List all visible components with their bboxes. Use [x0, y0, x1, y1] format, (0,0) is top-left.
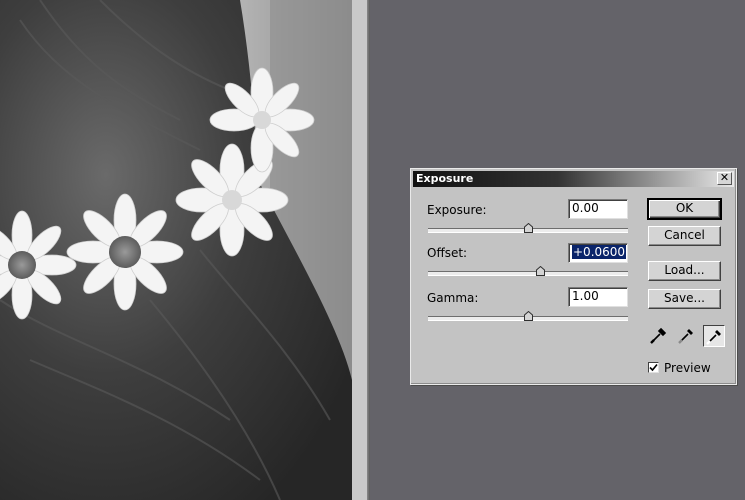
exposure-dialog: Exposure ✕ Exposure: 0.00 Offset: +0.060…	[410, 168, 737, 385]
save-button[interactable]: Save...	[648, 289, 721, 309]
image-canvas[interactable]	[0, 0, 352, 500]
black-point-eyedropper-icon[interactable]	[648, 325, 670, 347]
preview-checkbox[interactable]	[648, 362, 659, 373]
gray-point-eyedropper-icon[interactable]	[676, 325, 698, 347]
preview-checkbox-row[interactable]: Preview	[648, 361, 711, 375]
exposure-label: Exposure:	[427, 203, 487, 217]
cancel-button[interactable]: Cancel	[648, 226, 721, 246]
gamma-label: Gamma:	[427, 291, 479, 305]
slider-thumb-icon[interactable]	[523, 311, 533, 321]
offset-input[interactable]: +0.0600	[568, 243, 628, 263]
slider-track	[428, 271, 628, 276]
exposure-input[interactable]: 0.00	[568, 199, 628, 219]
dialog-title: Exposure	[416, 172, 474, 185]
ok-button[interactable]: OK	[647, 198, 722, 220]
load-button[interactable]: Load...	[648, 261, 721, 281]
slider-thumb-icon[interactable]	[535, 266, 545, 276]
offset-label: Offset:	[427, 246, 468, 260]
close-icon: ✕	[719, 171, 730, 184]
dialog-titlebar[interactable]: Exposure ✕	[413, 171, 734, 187]
white-point-eyedropper-icon[interactable]	[703, 325, 725, 347]
gamma-input[interactable]: 1.00	[568, 287, 628, 307]
exposure-slider[interactable]	[428, 223, 628, 234]
preview-label: Preview	[664, 361, 711, 375]
checkmark-icon	[649, 363, 658, 372]
canvas-border	[352, 0, 370, 500]
close-button[interactable]: ✕	[717, 172, 732, 185]
gamma-slider[interactable]	[428, 311, 628, 322]
slider-thumb-icon[interactable]	[523, 223, 533, 233]
photo	[0, 0, 352, 500]
offset-slider[interactable]	[428, 266, 628, 277]
